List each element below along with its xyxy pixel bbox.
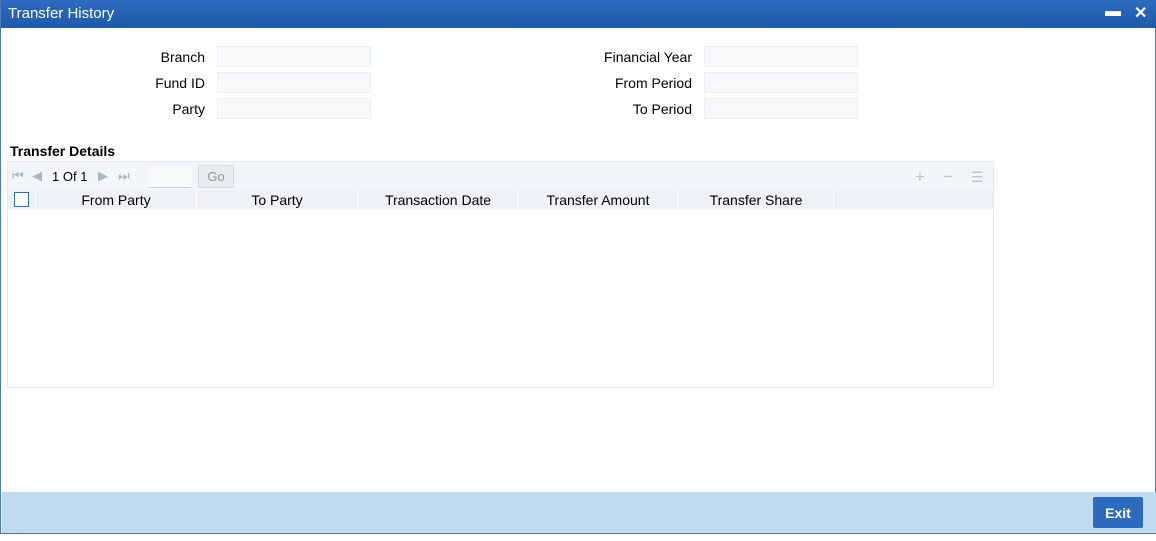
of-label: Of [62,169,77,184]
column-header-transaction-date[interactable]: Transaction Date [357,190,518,210]
total-pages: 1 [80,169,88,184]
footer-bar: Exit [2,492,1156,533]
column-header-transfer-share[interactable]: Transfer Share [677,190,834,210]
fund-id-input[interactable] [217,72,371,93]
minimize-icon[interactable]: ▬ [1105,3,1121,21]
column-header-from-party[interactable]: From Party [35,190,196,210]
exit-button[interactable]: Exit [1093,497,1143,528]
previous-page-icon[interactable]: ◀ [32,168,42,184]
column-header-spacer [833,190,994,210]
page-indicator: 1 Of 1 [52,169,87,184]
column-header-to-party[interactable]: To Party [196,190,357,210]
last-page-icon[interactable]: ⏭ [118,168,130,184]
select-all-checkbox[interactable] [14,192,29,207]
financial-year-label: Financial Year [604,49,692,65]
close-icon[interactable]: ✕ [1134,3,1147,23]
first-page-icon[interactable]: ⏮ [12,168,24,184]
go-button[interactable]: Go [198,165,234,188]
window-title: Transfer History [8,5,115,22]
party-label: Party [172,101,205,117]
grid-header-row: From Party To Party Transaction Date Tra… [8,190,993,210]
transfer-details-grid: ⏮ ◀ 1 Of 1 ▶ ⏭ Go + − ☰ From Party To Pa… [7,161,994,388]
title-bar: Transfer History ▬ ✕ [1,0,1156,28]
column-header-transfer-amount[interactable]: Transfer Amount [517,190,678,210]
transfer-details-title: Transfer Details [10,143,116,159]
fund-id-label: Fund ID [155,75,205,91]
from-period-label: From Period [614,75,692,91]
page-number-input[interactable] [149,166,191,188]
grid-pager: ⏮ ◀ 1 Of 1 ▶ ⏭ Go + − ☰ [8,162,993,190]
single-view-icon[interactable]: ☰ [971,169,984,186]
delete-row-icon[interactable]: − [943,167,953,187]
branch-label: Branch [160,49,205,65]
next-page-icon[interactable]: ▶ [98,168,108,184]
to-period-input[interactable] [704,98,858,119]
to-period-label: To Period [632,101,692,117]
branch-input[interactable] [217,46,371,67]
from-period-input[interactable] [704,72,858,93]
financial-year-input[interactable] [704,46,858,67]
current-page: 1 [52,169,60,184]
add-row-icon[interactable]: + [915,167,925,187]
transfer-history-window: Transfer History ▬ ✕ Branch Fund ID Part… [0,0,1156,534]
party-input[interactable] [217,98,371,119]
